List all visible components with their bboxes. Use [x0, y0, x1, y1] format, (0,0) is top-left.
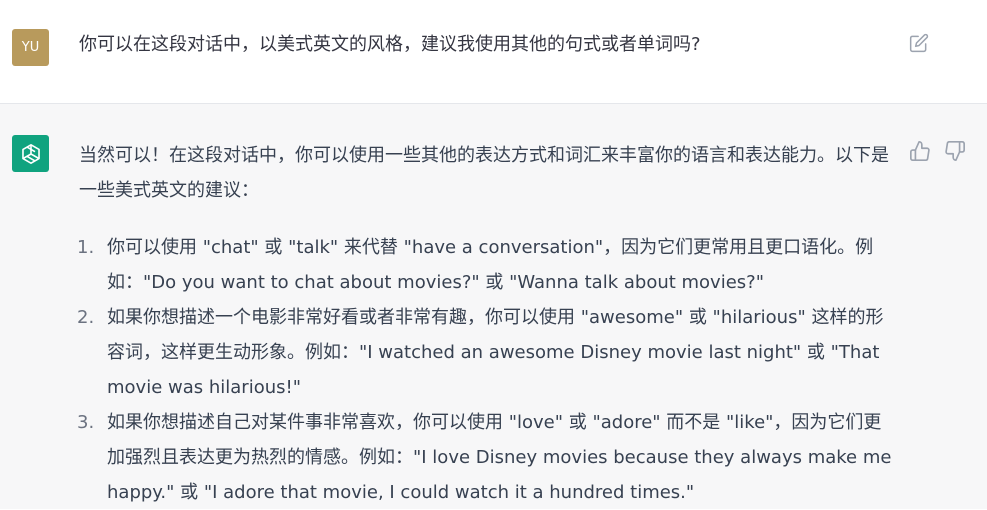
list-item-text: 如果你想描述一个电影非常好看或者非常有趣，你可以使用 "awesome" 或 "…	[107, 307, 884, 398]
user-message-row: YU 你可以在这段对话中，以美式英文的风格，建议我使用其他的句式或者单词吗?	[0, 0, 987, 104]
list-item-text: 你可以使用 "chat" 或 "talk" 来代替 "have a conver…	[107, 237, 874, 293]
edit-icon[interactable]	[909, 33, 929, 53]
list-item: 3. 如果你想描述自己对某件事非常喜欢，你可以使用 "love" 或 "ador…	[77, 405, 894, 510]
list-item-number: 3.	[77, 412, 95, 433]
user-message-text: 你可以在这段对话中，以美式英文的风格，建议我使用其他的句式或者单词吗?	[79, 34, 701, 55]
user-avatar: YU	[12, 29, 49, 66]
list-item: 1. 你可以使用 "chat" 或 "talk" 来代替 "have a con…	[77, 230, 894, 300]
assistant-message-text: 当然可以！在这段对话中，你可以使用一些其他的表达方式和词汇来丰富你的语言和表达能…	[77, 138, 894, 510]
list-item-number: 2.	[77, 307, 95, 328]
assistant-intro: 当然可以！在这段对话中，你可以使用一些其他的表达方式和词汇来丰富你的语言和表达能…	[79, 145, 889, 201]
assistant-message-row: 当然可以！在这段对话中，你可以使用一些其他的表达方式和词汇来丰富你的语言和表达能…	[0, 104, 987, 509]
list-item-number: 1.	[77, 237, 95, 258]
thumbs-up-icon[interactable]	[909, 140, 931, 162]
list-item: 2. 如果你想描述一个电影非常好看或者非常有趣，你可以使用 "awesome" …	[77, 300, 894, 405]
list-item-text: 如果你想描述自己对某件事非常喜欢，你可以使用 "love" 或 "adore" …	[107, 412, 892, 503]
chatgpt-logo-icon	[12, 135, 49, 172]
suggestion-list: 1. 你可以使用 "chat" 或 "talk" 来代替 "have a con…	[77, 230, 894, 510]
thumbs-down-icon[interactable]	[944, 140, 966, 162]
